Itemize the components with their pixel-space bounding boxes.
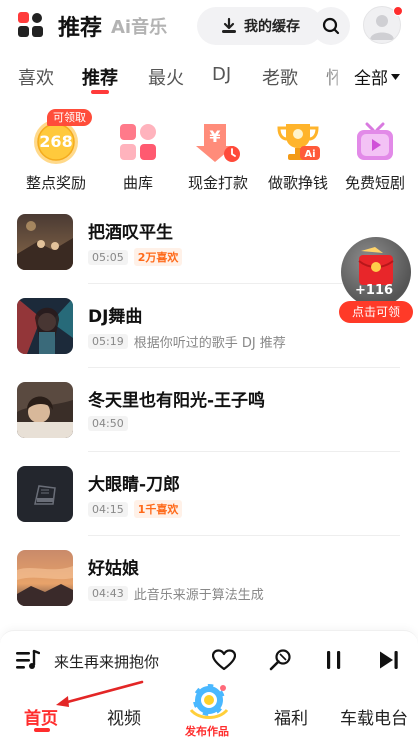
- song-meta: 05:19 根据你听过的歌手 DJ 推荐: [88, 332, 286, 351]
- song-duration: 04:15: [88, 501, 128, 517]
- song-cover: [17, 298, 73, 354]
- quick-label: 现金打款: [187, 174, 248, 192]
- song-description: 此音乐来源于算法生成: [133, 588, 264, 603]
- song-cover: [17, 382, 73, 438]
- tab-fade: [320, 58, 350, 98]
- active-tab-indicator: [91, 90, 109, 94]
- claim-reward-button[interactable]: 点击可领: [339, 301, 413, 323]
- tab-recommend[interactable]: 推荐: [82, 64, 118, 90]
- category-tabs: 喜欢 推荐 最火 DJ 老歌 怀 全部: [0, 58, 418, 98]
- song-title: 大眼睛-刀郎: [88, 475, 181, 495]
- song-cover: [17, 550, 73, 606]
- ai-trophy-icon: Ai: [277, 124, 320, 160]
- quick-label: 做歌挣钱: [267, 174, 328, 192]
- nav-publish-label[interactable]: 发布作品: [185, 723, 229, 739]
- claim-badge: 可领取: [47, 109, 92, 126]
- tab-hottest[interactable]: 最火: [148, 64, 184, 90]
- tab-dj[interactable]: DJ: [212, 64, 231, 85]
- publish-works-icon[interactable]: [187, 680, 231, 724]
- page-title: 推荐: [58, 16, 103, 41]
- pause-icon[interactable]: [325, 650, 343, 670]
- svg-text:Ai: Ai: [304, 149, 315, 160]
- notification-dot: [393, 6, 403, 16]
- quick-cash-transfer[interactable]: ¥ 现金打款: [176, 108, 260, 193]
- quick-make-song[interactable]: Ai 做歌挣钱: [256, 108, 340, 193]
- tab-oldies[interactable]: 老歌: [262, 64, 298, 90]
- heart-icon[interactable]: [212, 649, 236, 671]
- song-title: 冬天里也有阳光-王子鸣: [88, 391, 266, 411]
- playlist-icon[interactable]: [16, 649, 40, 671]
- song-description: 根据你听过的歌手 DJ 推荐: [133, 336, 286, 351]
- now-playing-title: 来生再来拥抱你: [54, 653, 160, 671]
- nav-car-radio[interactable]: 车载电台: [340, 704, 408, 729]
- video-play-icon: [357, 122, 393, 160]
- song-meta: 04:15 1千喜欢: [88, 500, 183, 518]
- song-title: DJ舞曲: [88, 307, 143, 327]
- quick-label: 整点奖励: [25, 174, 86, 192]
- song-meta: 05:05 2万喜欢: [88, 248, 183, 266]
- song-duration: 05:19: [88, 334, 128, 349]
- nav-welfare[interactable]: 福利: [274, 704, 308, 729]
- tab-likes[interactable]: 喜欢: [18, 64, 54, 90]
- all-categories-button[interactable]: 全部: [354, 64, 400, 89]
- list-item[interactable]: 大眼睛-刀郎 04:15 1千喜欢: [0, 452, 418, 536]
- quick-label: 免费短剧: [344, 174, 405, 192]
- app-subtitle: Ai音乐: [111, 17, 168, 38]
- user-avatar-icon: [370, 15, 394, 40]
- song-cover: [17, 466, 73, 522]
- song-duration: 05:05: [88, 249, 128, 265]
- song-title: 把酒叹平生: [88, 223, 173, 243]
- song-title: 好姑娘: [88, 559, 139, 579]
- reward-amount: +116: [355, 283, 394, 298]
- quick-free-dramas[interactable]: 免费短剧: [333, 108, 417, 193]
- song-duration: 04:43: [88, 586, 128, 601]
- search-icon: [322, 17, 340, 35]
- likes-badge: 1千喜欢: [133, 500, 183, 518]
- quick-library[interactable]: 曲库: [96, 108, 180, 193]
- floating-reward[interactable]: +116 点击可领: [339, 237, 413, 323]
- song-meta: 04:43 此音乐来源于算法生成: [88, 584, 264, 603]
- header: 推荐 Ai音乐 我的缓存: [0, 0, 418, 50]
- search-button[interactable]: [312, 7, 350, 45]
- song-meta: 04:50: [88, 416, 128, 431]
- my-cache-button[interactable]: 我的缓存: [197, 7, 323, 45]
- svg-text:¥: ¥: [209, 127, 220, 146]
- caret-down-icon: [391, 73, 400, 80]
- quick-label: 曲库: [122, 174, 153, 192]
- list-item[interactable]: 好姑娘 04:43 此音乐来源于算法生成: [0, 536, 418, 620]
- cash-transfer-icon: ¥: [196, 124, 240, 162]
- nav-active-indicator: [34, 728, 50, 732]
- library-grid-icon: [120, 124, 156, 160]
- download-icon: [222, 17, 236, 33]
- microphone-icon[interactable]: [268, 648, 292, 672]
- list-item[interactable]: 冬天里也有阳光-王子鸣 04:50: [0, 368, 418, 452]
- points-value: 268: [39, 132, 73, 151]
- app-logo-icon: [18, 12, 43, 37]
- annotation-arrow: [56, 680, 144, 707]
- song-duration: 04:50: [88, 416, 128, 431]
- song-cover: [17, 214, 73, 270]
- likes-badge: 2万喜欢: [133, 248, 183, 266]
- my-cache-label: 我的缓存: [244, 19, 300, 35]
- next-track-icon[interactable]: [379, 650, 399, 670]
- all-categories-label: 全部: [354, 69, 388, 89]
